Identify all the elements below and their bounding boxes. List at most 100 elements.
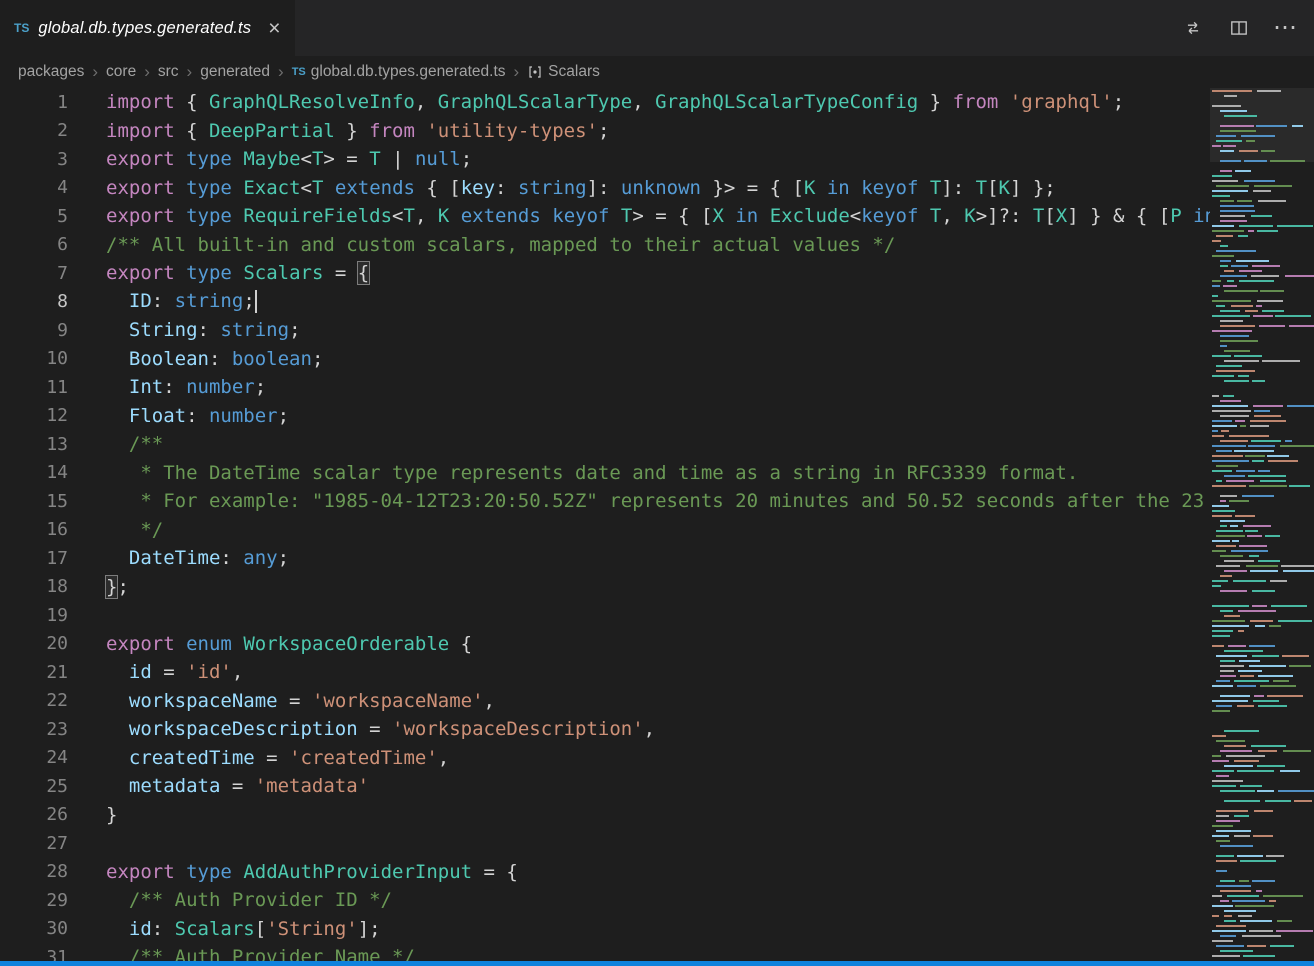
code-line-text: * The DateTime scalar type represents da… xyxy=(68,462,1078,484)
code-line-text: } xyxy=(68,804,117,826)
tab-close-icon[interactable]: × xyxy=(268,18,280,39)
vscode-window: TS global.db.types.generated.ts × ⋯ p xyxy=(0,0,1314,966)
code-line-text: /** Auth Provider ID */ xyxy=(68,889,392,911)
code-line-21[interactable]: 21 id = 'id', xyxy=(0,658,1210,687)
code-line-22[interactable]: 22 workspaceName = 'workspaceName', xyxy=(0,687,1210,716)
line-number: 21 xyxy=(0,662,68,683)
code-line-7[interactable]: 7export type Scalars = { xyxy=(0,259,1210,288)
line-number: 7 xyxy=(0,263,68,284)
code-line-15[interactable]: 15 * For example: "1985-04-12T23:20:50.5… xyxy=(0,487,1210,516)
minimap[interactable] xyxy=(1210,88,1314,961)
code-line-text: id = 'id', xyxy=(68,661,243,683)
code-line-text: }; xyxy=(68,576,129,598)
code-line-6[interactable]: 6/** All built-in and custom scalars, ma… xyxy=(0,231,1210,260)
breadcrumb-item-scalars[interactable]: Scalars xyxy=(527,63,600,81)
line-number: 2 xyxy=(0,120,68,141)
code-line-18[interactable]: 18}; xyxy=(0,573,1210,602)
code-line-12[interactable]: 12 Float: number; xyxy=(0,402,1210,431)
line-number: 5 xyxy=(0,206,68,227)
text-cursor xyxy=(255,290,257,313)
line-number: 6 xyxy=(0,234,68,255)
code-line-14[interactable]: 14 * The DateTime scalar type represents… xyxy=(0,459,1210,488)
breadcrumb-separator: › xyxy=(144,62,150,82)
code-line-19[interactable]: 19 xyxy=(0,601,1210,630)
code-line-text: Float: number; xyxy=(68,405,289,427)
code-line-text: String: string; xyxy=(68,319,301,341)
code-line-text: metadata = 'metadata' xyxy=(68,775,369,797)
tab-bar: TS global.db.types.generated.ts × ⋯ xyxy=(0,0,1314,56)
code-line-8[interactable]: 8 ID: string; xyxy=(0,288,1210,317)
code-line-10[interactable]: 10 Boolean: boolean; xyxy=(0,345,1210,374)
code-line-29[interactable]: 29 /** Auth Provider ID */ xyxy=(0,886,1210,915)
code-line-16[interactable]: 16 */ xyxy=(0,516,1210,545)
line-number: 30 xyxy=(0,918,68,939)
code-line-5[interactable]: 5export type RequireFields<T, K extends … xyxy=(0,202,1210,231)
code-editor[interactable]: 1import { GraphQLResolveInfo, GraphQLSca… xyxy=(0,88,1210,961)
ellipsis-glyph: ⋯ xyxy=(1273,16,1297,40)
code-line-text: export type AddAuthProviderInput = { xyxy=(68,861,518,883)
line-number: 1 xyxy=(0,92,68,113)
code-line-text: */ xyxy=(68,519,163,541)
line-number: 25 xyxy=(0,776,68,797)
open-changes-icon[interactable] xyxy=(1178,13,1208,43)
breadcrumb-item-global-db-types-generated-ts[interactable]: TSglobal.db.types.generated.ts xyxy=(292,63,506,81)
code-line-text: import { DeepPartial } from 'utility-typ… xyxy=(68,120,609,142)
code-line-31[interactable]: 31 /** Auth Provider Name */ xyxy=(0,943,1210,961)
breadcrumb-item-generated[interactable]: generated xyxy=(200,63,270,81)
code-line-11[interactable]: 11 Int: number; xyxy=(0,373,1210,402)
code-line-30[interactable]: 30 id: Scalars['String']; xyxy=(0,915,1210,944)
code-line-13[interactable]: 13 /** xyxy=(0,430,1210,459)
code-line-9[interactable]: 9 String: string; xyxy=(0,316,1210,345)
breadcrumb: packages›core›src›generated›TSglobal.db.… xyxy=(0,56,1314,88)
code-line-4[interactable]: 4export type Exact<T extends { [key: str… xyxy=(0,174,1210,203)
code-line-text: Boolean: boolean; xyxy=(68,348,323,370)
line-number: 29 xyxy=(0,890,68,911)
breadcrumb-separator: › xyxy=(92,62,98,82)
split-rectangle-icon xyxy=(1230,19,1248,37)
breadcrumb-separator: › xyxy=(187,62,193,82)
line-number: 12 xyxy=(0,405,68,426)
breadcrumb-label: Scalars xyxy=(548,63,600,81)
code-line-text: /** xyxy=(68,433,163,455)
swap-arrows-icon xyxy=(1184,19,1202,37)
line-number: 15 xyxy=(0,491,68,512)
code-line-text: export enum WorkspaceOrderable { xyxy=(68,633,472,655)
code-line-text: export type RequireFields<T, K extends k… xyxy=(68,205,1210,227)
code-line-text: DateTime: any; xyxy=(68,547,289,569)
code-line-25[interactable]: 25 metadata = 'metadata' xyxy=(0,772,1210,801)
split-editor-icon[interactable] xyxy=(1224,13,1254,43)
code-line-23[interactable]: 23 workspaceDescription = 'workspaceDesc… xyxy=(0,715,1210,744)
code-line-text: Int: number; xyxy=(68,376,266,398)
line-number: 23 xyxy=(0,719,68,740)
typescript-icon: TS xyxy=(292,66,306,78)
typescript-file-icon: TS xyxy=(14,21,29,35)
code-line-28[interactable]: 28export type AddAuthProviderInput = { xyxy=(0,858,1210,887)
code-line-17[interactable]: 17 DateTime: any; xyxy=(0,544,1210,573)
code-line-1[interactable]: 1import { GraphQLResolveInfo, GraphQLSca… xyxy=(0,88,1210,117)
line-number: 16 xyxy=(0,519,68,540)
breadcrumb-item-packages[interactable]: packages xyxy=(18,63,84,81)
breadcrumb-label: src xyxy=(158,63,179,81)
code-line-3[interactable]: 3export type Maybe<T> = T | null; xyxy=(0,145,1210,174)
code-line-2[interactable]: 2import { DeepPartial } from 'utility-ty… xyxy=(0,117,1210,146)
code-line-20[interactable]: 20export enum WorkspaceOrderable { xyxy=(0,630,1210,659)
code-line-text: /** All built-in and custom scalars, map… xyxy=(68,234,895,256)
code-line-26[interactable]: 26} xyxy=(0,801,1210,830)
code-lines: 1import { GraphQLResolveInfo, GraphQLSca… xyxy=(0,88,1210,961)
code-line-27[interactable]: 27 xyxy=(0,829,1210,858)
line-number: 4 xyxy=(0,177,68,198)
breadcrumb-label: packages xyxy=(18,63,84,81)
line-number: 28 xyxy=(0,861,68,882)
line-number: 31 xyxy=(0,947,68,961)
more-actions-icon[interactable]: ⋯ xyxy=(1270,13,1300,43)
line-number: 20 xyxy=(0,633,68,654)
breadcrumb-item-src[interactable]: src xyxy=(158,63,179,81)
code-line-text: createdTime = 'createdTime', xyxy=(68,747,449,769)
breadcrumb-item-core[interactable]: core xyxy=(106,63,136,81)
tab-global-db-types-generated[interactable]: TS global.db.types.generated.ts × xyxy=(0,0,295,56)
code-line-text: workspaceDescription = 'workspaceDescrip… xyxy=(68,718,655,740)
line-number: 18 xyxy=(0,576,68,597)
code-line-24[interactable]: 24 createdTime = 'createdTime', xyxy=(0,744,1210,773)
code-line-text: export type Maybe<T> = T | null; xyxy=(68,148,472,170)
line-number: 3 xyxy=(0,149,68,170)
